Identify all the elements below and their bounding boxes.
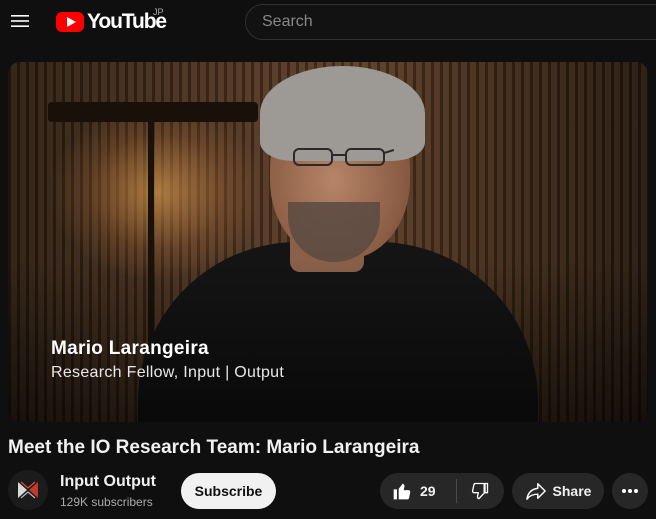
thumbs-down-icon xyxy=(472,482,489,500)
more-icon xyxy=(622,489,638,493)
subscribe-button[interactable]: Subscribe xyxy=(181,473,276,509)
menu-button[interactable] xyxy=(4,5,36,37)
more-actions-button[interactable] xyxy=(612,473,648,509)
youtube-logo[interactable]: YouTube xyxy=(56,9,167,35)
dislike-button[interactable] xyxy=(457,473,504,509)
like-button[interactable]: 29 xyxy=(380,473,456,509)
share-icon xyxy=(525,483,546,500)
share-button[interactable]: Share xyxy=(512,473,604,509)
video-title: Meet the IO Research Team: Mario Larange… xyxy=(8,437,420,458)
thumbs-up-icon xyxy=(393,483,411,500)
lower-third-role: Research Fellow, Input | Output xyxy=(51,364,285,381)
lower-third: Mario Larangeira Research Fellow, Input … xyxy=(51,338,284,382)
search-input[interactable] xyxy=(246,5,656,39)
channel-avatar[interactable] xyxy=(8,470,48,510)
masthead: YouTube JP xyxy=(0,0,656,44)
like-count: 29 xyxy=(420,483,436,499)
like-dislike-group: 29 xyxy=(380,473,504,509)
menu-icon xyxy=(11,15,29,27)
subscriber-count: 129K subscribers xyxy=(60,495,153,509)
region-code: JP xyxy=(153,7,164,17)
youtube-logo-icon xyxy=(56,12,84,32)
channel-logo-icon xyxy=(8,470,48,510)
share-label: Share xyxy=(552,483,592,499)
video-player[interactable]: Mario Larangeira Research Fellow, Input … xyxy=(8,62,648,422)
channel-name[interactable]: Input Output xyxy=(60,473,156,491)
search-box[interactable] xyxy=(245,4,656,40)
lower-third-name: Mario Larangeira xyxy=(51,338,209,359)
